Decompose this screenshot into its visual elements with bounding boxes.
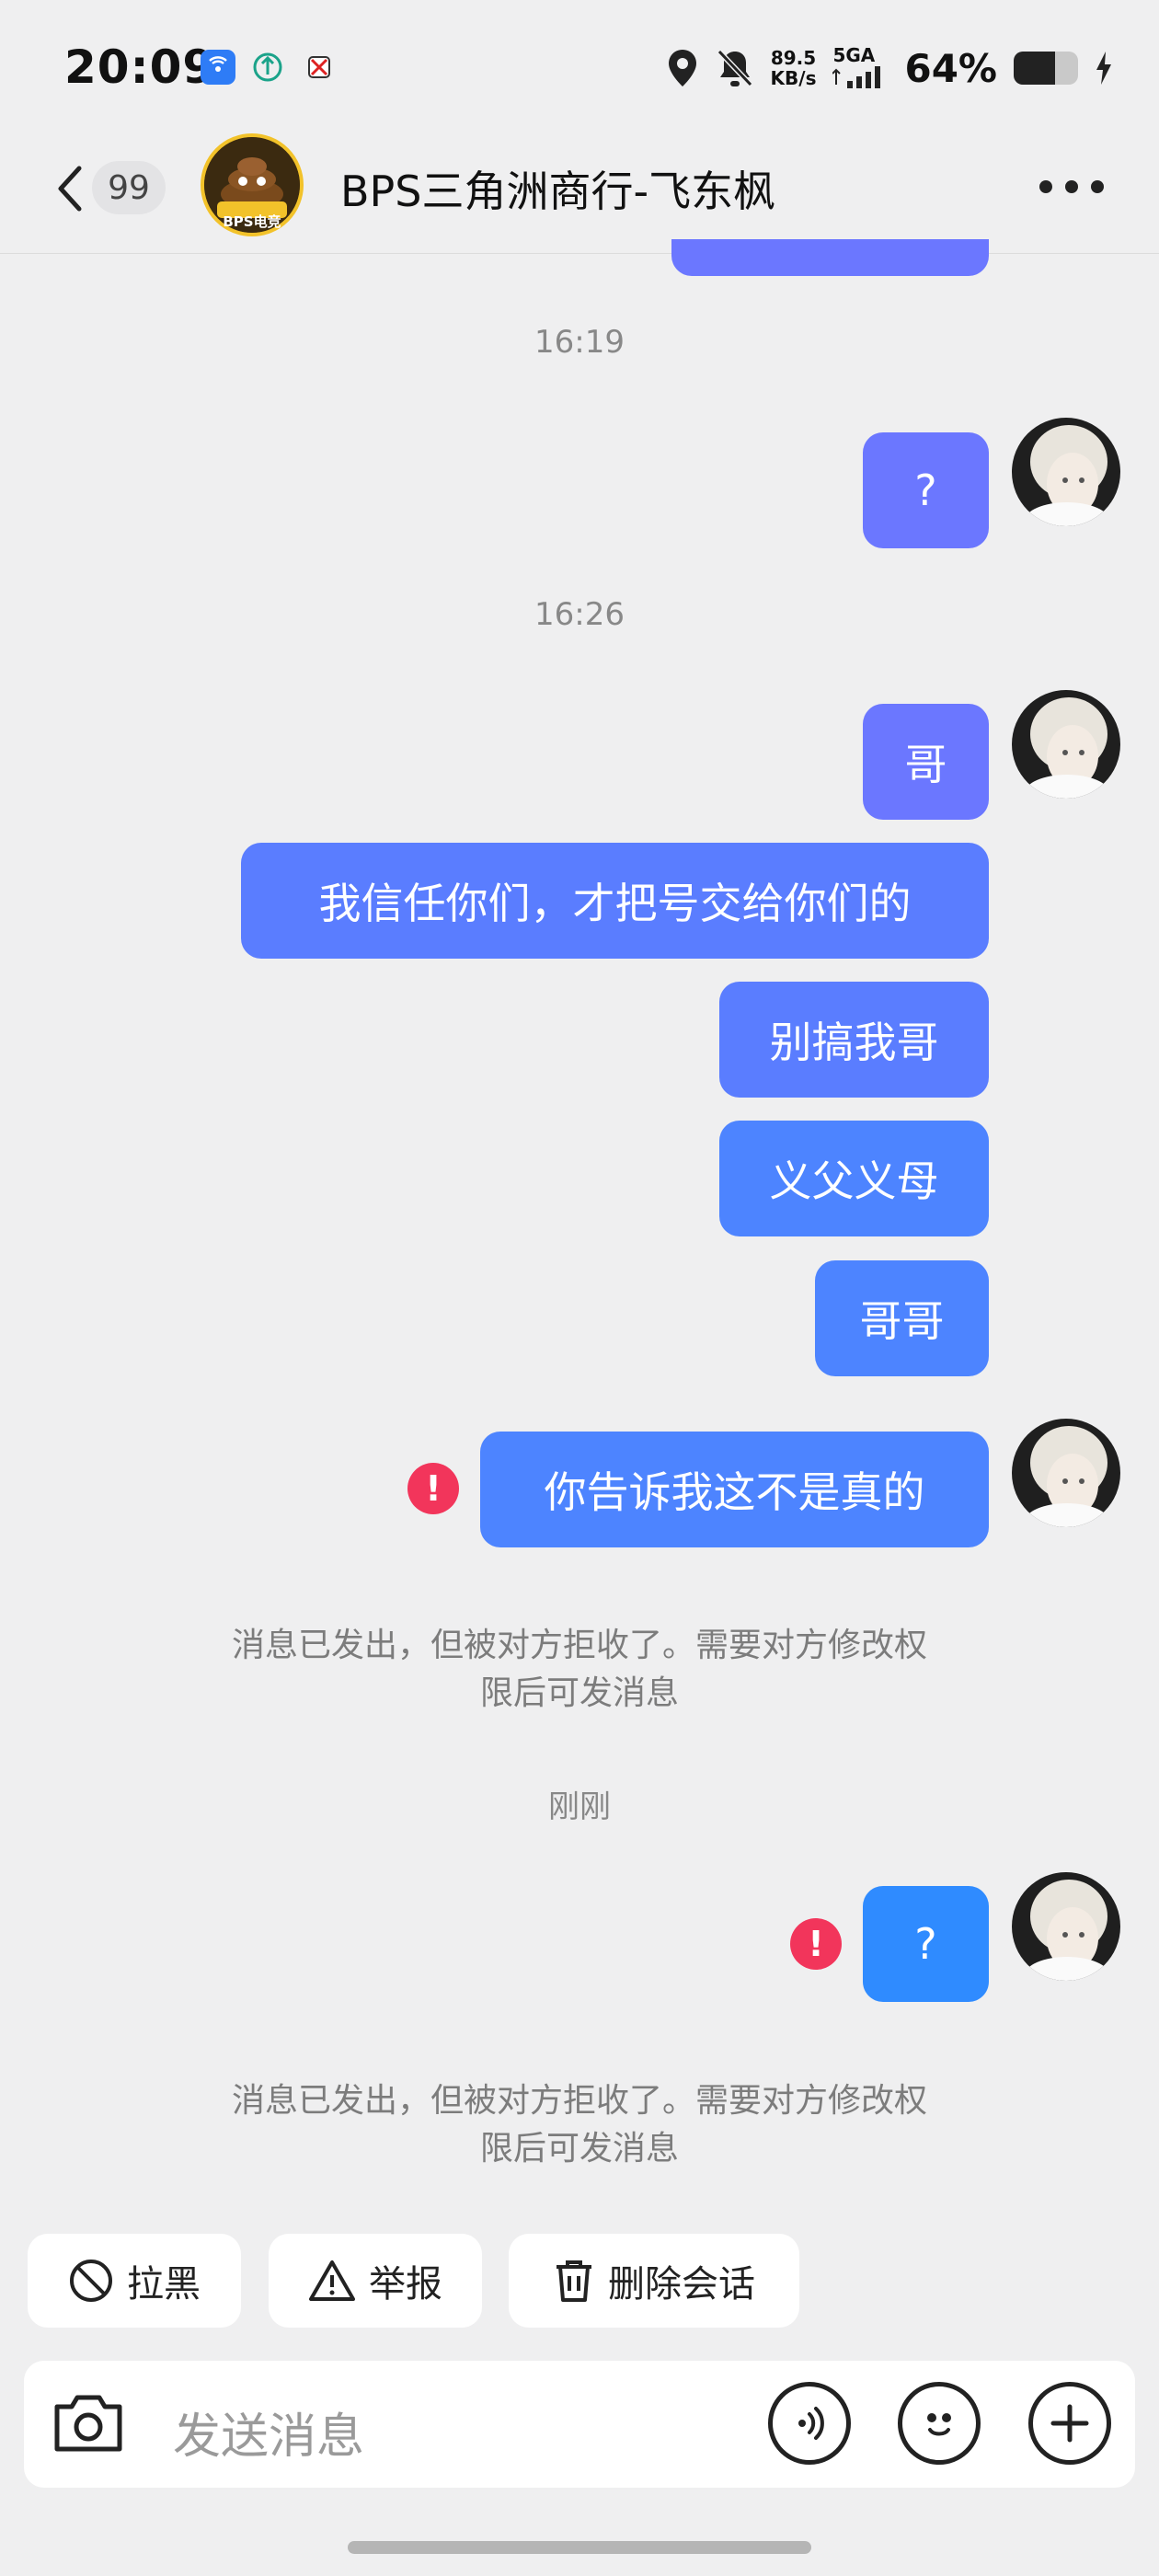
message-bubble[interactable]: 别搞我哥 xyxy=(719,982,989,1098)
delete-conversation-button[interactable]: 删除会话 xyxy=(509,2234,799,2328)
net-speed-value: 89.5 xyxy=(770,47,817,69)
block-icon xyxy=(70,2260,112,2302)
rejected-notice-line: 限后可发消息 xyxy=(479,2130,679,2168)
game-icon xyxy=(302,50,337,85)
recycle-icon xyxy=(250,50,285,85)
cell-signal: 5GA xyxy=(832,46,888,90)
signal-app-icon xyxy=(201,50,235,85)
delete-label: 删除会话 xyxy=(608,2263,755,2306)
mute-bell-icon xyxy=(717,49,752,87)
user-avatar-image xyxy=(1012,690,1120,799)
camera-icon xyxy=(54,2395,122,2452)
timestamp-1619: 16:19 xyxy=(534,324,625,361)
user-avatar[interactable] xyxy=(1012,418,1120,526)
message-bubble[interactable]: 哥哥 xyxy=(815,1260,989,1376)
user-avatar[interactable] xyxy=(1012,690,1120,799)
send-failed-icon[interactable]: ! xyxy=(407,1463,459,1514)
plus-icon xyxy=(1050,2404,1089,2443)
message-bubble[interactable]: 我信任你们，才把号交给你们的 xyxy=(241,843,989,959)
unread-count-badge[interactable]: 99 xyxy=(92,161,166,214)
user-avatar[interactable] xyxy=(1012,1419,1120,1527)
chevron-left-icon xyxy=(58,166,82,212)
home-indicator[interactable] xyxy=(348,2541,811,2554)
send-failed-icon[interactable]: ! xyxy=(790,1918,842,1970)
timestamp-just-now: 刚刚 xyxy=(548,1788,611,1825)
signal-bars-icon xyxy=(832,66,881,88)
status-right-group: 89.5 KB/s 5GA 64% xyxy=(666,40,1113,96)
emoji-button[interactable] xyxy=(898,2382,981,2465)
battery-percent: 64% xyxy=(904,45,997,91)
report-label: 举报 xyxy=(369,2263,442,2306)
message-bubble[interactable]: ? xyxy=(863,432,989,548)
block-label: 拉黑 xyxy=(127,2263,201,2306)
rejected-notice: 消息已发出，但被对方拒收了。需要对方修改权 限后可发消息 xyxy=(0,2077,1159,2173)
battery-icon xyxy=(1014,52,1078,85)
user-avatar-image xyxy=(1012,1872,1120,1981)
network-type: 5GA xyxy=(832,44,876,66)
report-button[interactable]: 举报 xyxy=(269,2234,482,2328)
user-avatar[interactable] xyxy=(1012,1872,1120,1981)
rejected-notice-line: 限后可发消息 xyxy=(479,1674,679,1712)
message-bubble[interactable]: 义父义母 xyxy=(719,1121,989,1236)
voice-button[interactable] xyxy=(768,2382,851,2465)
message-bubble[interactable]: ? xyxy=(863,1886,989,2002)
add-button[interactable] xyxy=(1028,2382,1111,2465)
group-avatar-label: BPS电竞 xyxy=(223,213,281,230)
more-menu-button[interactable] xyxy=(1039,180,1104,195)
user-avatar-image xyxy=(1012,1419,1120,1527)
previous-message-bubble[interactable] xyxy=(671,239,989,276)
message-input[interactable]: 发送消息 xyxy=(173,2398,364,2467)
net-speed-unit: KB/s xyxy=(770,67,817,89)
warning-icon xyxy=(309,2260,355,2301)
location-icon xyxy=(668,50,696,86)
back-button[interactable] xyxy=(52,161,88,216)
rejected-notice: 消息已发出，但被对方拒收了。需要对方修改权 限后可发消息 xyxy=(0,1622,1159,1718)
rejected-notice-line: 消息已发出，但被对方拒收了。需要对方修改权 xyxy=(231,1627,927,1664)
timestamp-1626: 16:26 xyxy=(534,596,625,633)
chat-title: BPS三角洲商行-飞东枫 xyxy=(340,167,776,216)
net-speed: 89.5 KB/s xyxy=(771,48,817,88)
charging-icon xyxy=(1096,52,1111,85)
rejected-notice-line: 消息已发出，但被对方拒收了。需要对方修改权 xyxy=(231,2082,927,2120)
voice-icon xyxy=(798,2407,824,2440)
smiley-icon xyxy=(927,2413,951,2436)
trash-icon xyxy=(557,2260,591,2302)
message-bubble[interactable]: 哥 xyxy=(863,704,989,820)
block-button[interactable]: 拉黑 xyxy=(28,2234,241,2328)
status-time: 20:09 xyxy=(64,40,216,94)
user-avatar-image xyxy=(1012,418,1120,526)
message-bubble[interactable]: 你告诉我这不是真的 xyxy=(480,1432,989,1547)
camera-button[interactable] xyxy=(50,2388,127,2458)
